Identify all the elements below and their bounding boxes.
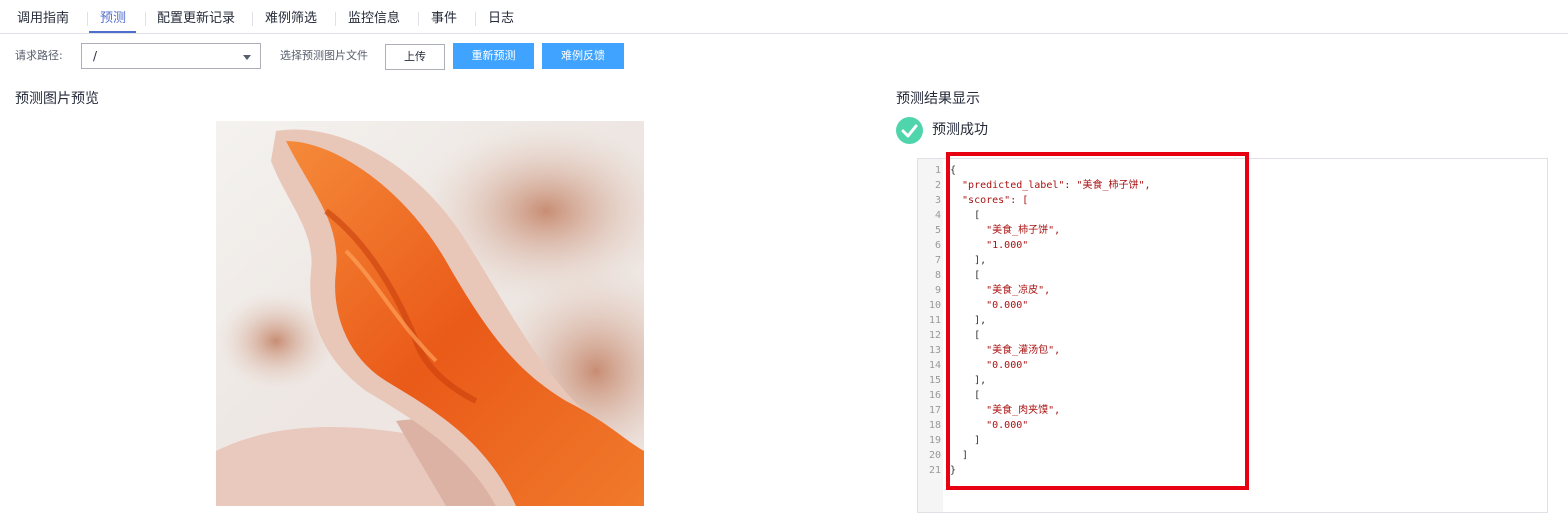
tab-divider	[252, 12, 253, 26]
request-path-label: 请求路径:	[15, 49, 63, 62]
image-preview-title: 预测图片预览	[15, 91, 99, 107]
line-number: 17	[928, 405, 941, 416]
line-number: 18	[928, 420, 941, 431]
line-number: 12	[928, 330, 941, 341]
hard-example-feedback-button[interactable]: 难例反馈	[542, 43, 624, 69]
line-number: 4	[934, 210, 941, 221]
request-path-value: /	[93, 49, 98, 63]
tab-logs[interactable]: 日志	[488, 10, 514, 28]
line-number: 15	[928, 375, 941, 386]
line-number: 21	[928, 465, 941, 476]
upload-button[interactable]: 上传	[385, 44, 445, 70]
active-tab-indicator	[89, 31, 136, 33]
highlight-annotation-box	[946, 152, 1249, 490]
tab-predict[interactable]: 预测	[100, 10, 126, 28]
tab-divider	[335, 12, 336, 26]
chevron-down-icon	[243, 55, 251, 60]
dried-persimmon-image	[216, 121, 644, 506]
line-number: 14	[928, 360, 941, 371]
line-number: 9	[934, 285, 941, 296]
line-number: 13	[928, 345, 941, 356]
tab-divider	[418, 12, 419, 26]
line-number: 2	[934, 180, 941, 191]
line-number: 7	[934, 255, 941, 266]
request-path-select[interactable]: /	[81, 43, 261, 69]
tab-call-guide[interactable]: 调用指南	[17, 10, 69, 28]
result-title: 预测结果显示	[896, 91, 980, 107]
check-circle-icon	[896, 117, 923, 144]
line-number: 19	[928, 435, 941, 446]
repredict-button[interactable]: 重新预测	[453, 43, 534, 69]
tab-divider	[145, 12, 146, 26]
line-number: 1	[934, 165, 941, 176]
tab-hard-example[interactable]: 难例筛选	[265, 10, 317, 28]
tab-bar: 调用指南 预测 配置更新记录 难例筛选 监控信息 事件 日志	[0, 0, 1568, 34]
tab-divider	[475, 12, 476, 26]
line-number: 8	[934, 270, 941, 281]
line-number: 6	[934, 240, 941, 251]
tab-config-history[interactable]: 配置更新记录	[157, 10, 235, 28]
line-number: 3	[934, 195, 941, 206]
tab-monitoring[interactable]: 监控信息	[348, 10, 400, 28]
tab-divider	[87, 12, 88, 26]
prediction-status: 预测成功	[932, 122, 988, 138]
line-number: 10	[928, 300, 941, 311]
line-number: 20	[928, 450, 941, 461]
select-file-label: 选择预测图片文件	[280, 49, 368, 62]
line-number: 16	[928, 390, 941, 401]
prediction-image-preview	[216, 121, 644, 506]
line-number: 11	[928, 315, 941, 326]
line-number-gutter: 1 2 3 4 5 6 7 8 9 10 11 12 13 14 15 16 1…	[918, 159, 943, 512]
tab-events[interactable]: 事件	[431, 10, 457, 28]
line-number: 5	[934, 225, 941, 236]
